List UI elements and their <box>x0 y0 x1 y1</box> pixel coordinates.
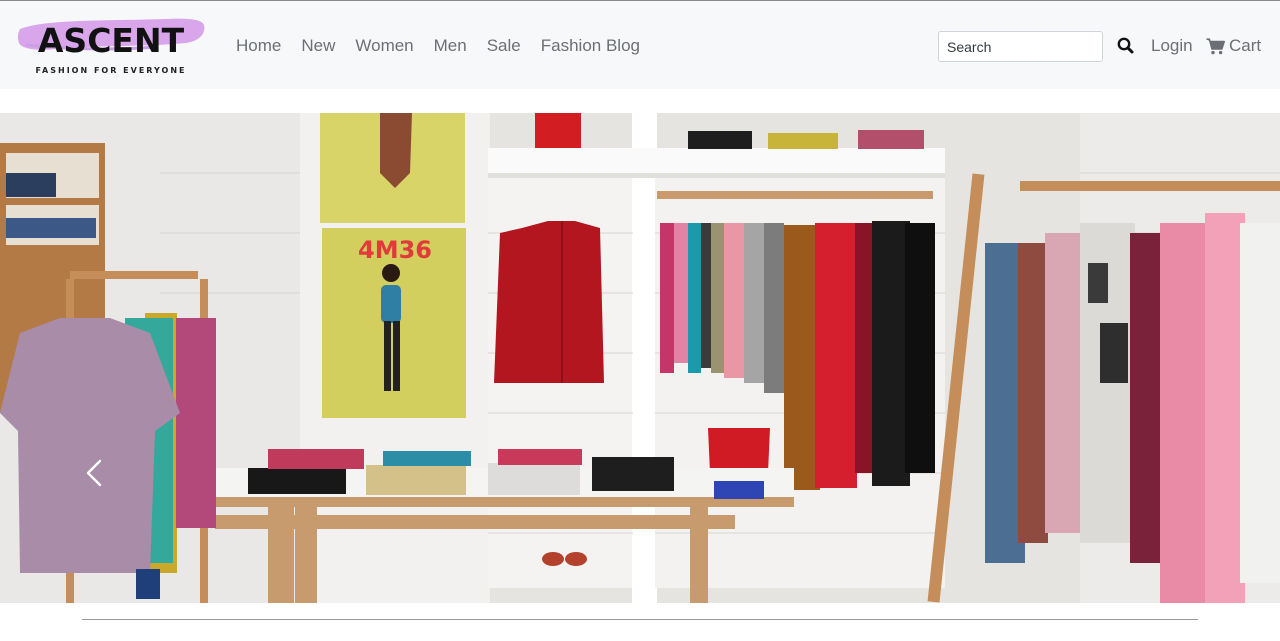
brand-tagline: FASHION FOR EVERYONE <box>35 66 187 75</box>
brand-name: ASCENT <box>37 21 185 60</box>
hero-carousel: 4M36 <box>0 113 1280 603</box>
login-link[interactable]: Login <box>1151 34 1193 58</box>
search-icon <box>1117 37 1134 54</box>
page: ASCENT FASHION FOR EVERYONE Home New Wom… <box>0 0 1280 641</box>
nav-sale-link[interactable]: Sale <box>477 34 531 58</box>
nav-men-link[interactable]: Men <box>424 34 477 58</box>
carousel-prev-button[interactable] <box>80 453 110 493</box>
poster-text: 4M36 <box>358 236 432 264</box>
cart-link[interactable]: Cart <box>1206 34 1261 58</box>
nav-new-link[interactable]: New <box>291 34 345 58</box>
brand-logo[interactable]: ASCENT FASHION FOR EVERYONE <box>16 11 208 75</box>
section-divider <box>82 619 1198 620</box>
cart-label: Cart <box>1229 36 1262 55</box>
nav-fashion-blog-link[interactable]: Fashion Blog <box>531 34 650 58</box>
shopping-cart-icon <box>1206 37 1225 54</box>
nav-women-link[interactable]: Women <box>345 34 423 58</box>
chevron-left-icon <box>86 459 102 487</box>
main-nav: Home New Women Men Sale Fashion Blog <box>226 34 650 58</box>
store-interior-image: 4M36 <box>0 113 1280 603</box>
search-button[interactable] <box>1116 36 1136 56</box>
nav-home-link[interactable]: Home <box>226 34 291 58</box>
top-navbar: ASCENT FASHION FOR EVERYONE Home New Wom… <box>0 0 1280 89</box>
search-input[interactable] <box>938 31 1103 62</box>
